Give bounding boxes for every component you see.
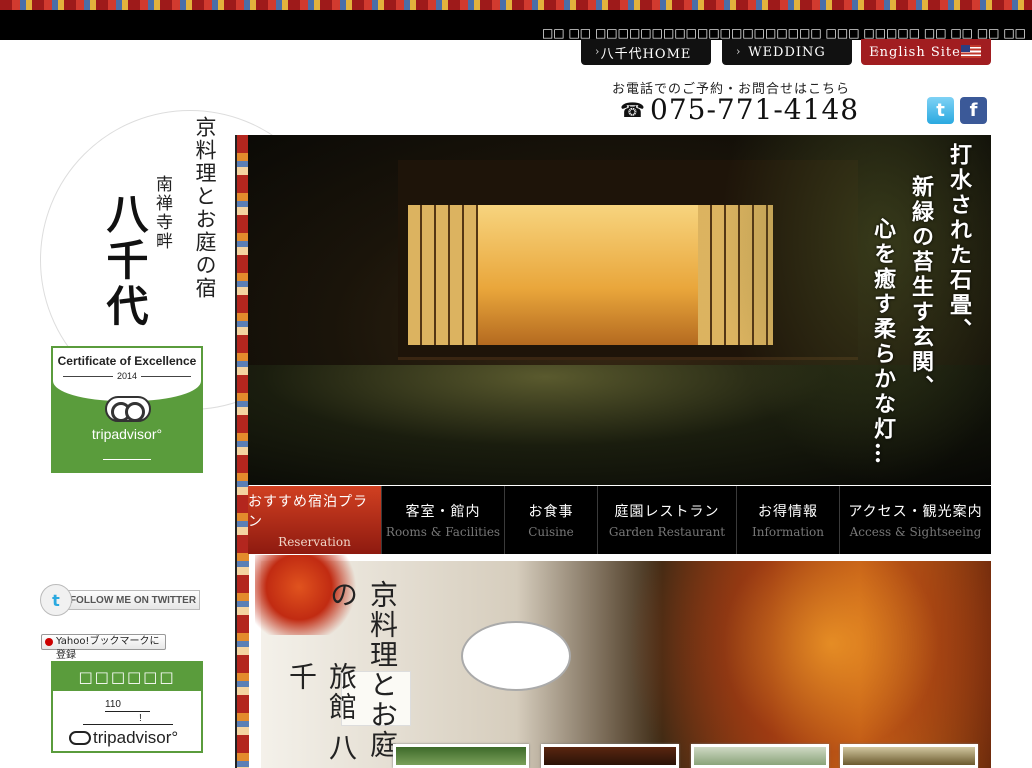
twitter-bird-icon: t: [40, 584, 72, 616]
hero-caption-line: 打水された石畳、: [946, 143, 972, 343]
phone-number[interactable]: 075-771-4148: [650, 93, 859, 126]
nav-item-sublabel: Garden Restaurant: [608, 525, 726, 539]
wedding-nav-button[interactable]: › WEDDING: [722, 39, 852, 65]
tripadvisor-widget-header: □□□□□□: [53, 663, 201, 691]
hero-shoji-left: [408, 205, 478, 345]
home-nav-button[interactable]: › 八千代HOME: [581, 39, 711, 65]
top-pattern-band: [0, 0, 1032, 10]
nav-item-label: 庭園レストラン: [614, 504, 720, 520]
nav-item-label: アクセス・観光案内: [848, 504, 983, 520]
top-bar: □□ □□ □□□□□□□□□□□□□□□□□□□□ □□□ □□□□□ □□ …: [0, 10, 1032, 40]
tripadvisor-widget[interactable]: □□□□□□ 110 ! tripadvisor°: [51, 661, 203, 753]
wedding-nav-label: WEDDING: [748, 44, 826, 60]
tripadvisor-logo-text: tripadvisor°: [93, 728, 179, 747]
hero-caption-line: 心を癒す柔らかな灯…: [870, 217, 896, 467]
hero-image: 打水された石畳、 新緑の苔生す玄関、 心を癒す柔らかな灯…: [248, 135, 991, 485]
tripadvisor-owl-icon: [69, 731, 91, 745]
nav-item-rooms[interactable]: 客室・館内 Rooms & Facilities: [382, 486, 505, 554]
logo-name[interactable]: 八千代: [94, 192, 155, 330]
english-site-label: English Site: [869, 44, 961, 60]
us-flag-icon: [961, 45, 981, 58]
chevron-right-icon: ›: [595, 45, 601, 58]
tripadvisor-owl-icon: [105, 396, 151, 422]
hero-caption-line: 新緑の苔生す玄関、: [908, 175, 934, 400]
nav-item-label: 客室・館内: [405, 504, 481, 520]
nav-item-label: お食事: [528, 504, 574, 520]
certificate-divider: [103, 459, 151, 460]
nav-item-access[interactable]: アクセス・観光案内 Access & Sightseeing: [840, 486, 991, 554]
nav-item-sublabel: Reservation: [278, 535, 351, 549]
certificate-top-panel: Certificate of Excellence 2014: [51, 346, 203, 403]
facebook-icon[interactable]: f: [960, 97, 987, 124]
thumbnail-link[interactable]: [840, 744, 978, 768]
nav-item-sublabel: Access & Sightseeing: [849, 525, 982, 539]
thumbnail-link[interactable]: [393, 744, 529, 768]
nav-item-sublabel: Information: [751, 525, 825, 539]
main-nav: おすすめ宿泊プラン Reservation 客室・館内 Rooms & Faci…: [248, 486, 991, 554]
hero-lit-room: [478, 205, 698, 345]
certificate-brand: tripadvisor°: [91, 426, 163, 442]
follow-twitter-button[interactable]: FOLLOW ME ON TWITTER t: [40, 584, 200, 620]
certificate-of-excellence-badge[interactable]: Certificate of Excellence 2014 tripadvis…: [51, 346, 203, 473]
top-ticker-text: □□ □□ □□□□□□□□□□□□□□□□□□□□ □□□ □□□□□ □□ …: [541, 26, 1026, 40]
thumbnail-link[interactable]: [541, 744, 679, 768]
english-site-button[interactable]: › English Site: [861, 39, 991, 65]
yahoo-bookmark-button[interactable]: Yahoo!ブックマークに登録: [41, 634, 166, 661]
tripadvisor-rule: [83, 724, 173, 725]
follow-twitter-label: FOLLOW ME ON TWITTER: [66, 590, 200, 610]
autumn-leaves-graphic: [591, 561, 991, 768]
banner-title-line: 旅館 八千: [285, 662, 358, 763]
chevron-right-icon: ›: [875, 45, 881, 58]
phone-icon: ☎: [620, 98, 645, 122]
tripadvisor-mark: !: [139, 713, 142, 724]
nav-item-reservation[interactable]: おすすめ宿泊プラン Reservation: [248, 486, 382, 554]
thumbnail-link[interactable]: [691, 744, 829, 768]
nav-item-information[interactable]: お得情報 Information: [737, 486, 840, 554]
logo-tagline: 京料理とお庭の宿: [193, 116, 217, 300]
nav-item-cuisine[interactable]: お食事 Cuisine: [505, 486, 598, 554]
side-dish-graphic: [461, 621, 571, 691]
nav-item-label: おすすめ宿泊プラン: [248, 494, 368, 530]
home-nav-label: 八千代HOME: [600, 46, 692, 62]
nav-item-garden-restaurant[interactable]: 庭園レストラン Garden Restaurant: [598, 486, 737, 554]
nav-item-sublabel: Rooms & Facilities: [385, 525, 501, 539]
tripadvisor-review-count: 110: [105, 699, 121, 710]
certificate-title: Certificate of Excellence: [57, 354, 197, 368]
twitter-icon[interactable]: t: [927, 97, 954, 124]
nav-item-label: お得情報: [758, 504, 818, 520]
nav-item-sublabel: Cuisine: [528, 525, 574, 539]
chevron-right-icon: ›: [736, 45, 742, 58]
tripadvisor-rule: [105, 711, 150, 712]
certificate-year: 2014: [53, 371, 201, 381]
